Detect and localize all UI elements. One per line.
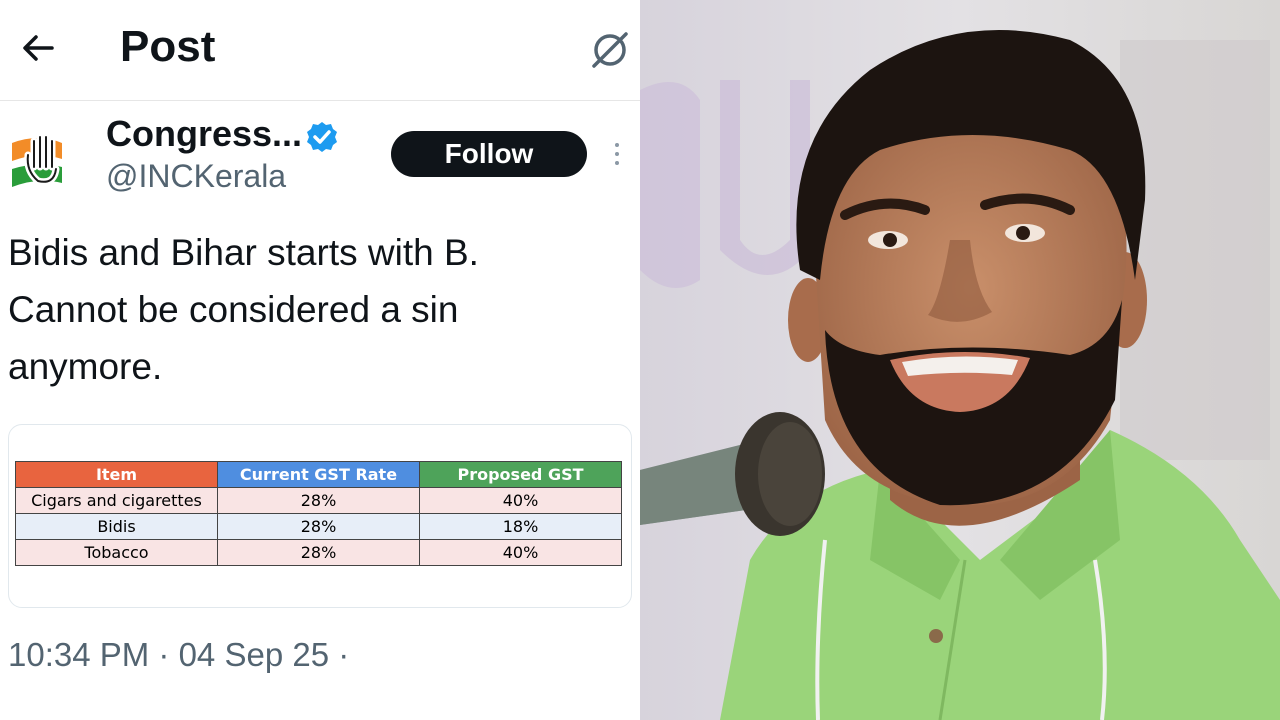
follow-button[interactable]: Follow [391,131,587,177]
post-text-line: Cannot be considered a sin [8,289,459,330]
table-cell: Tobacco [15,539,218,566]
speaker-photo-illustration [640,0,1280,720]
table-header-row: Item Current GST Rate Proposed GST [15,461,622,488]
table-cell: 28% [217,513,420,540]
post-text-line: anymore. [8,346,163,387]
column-header-item: Item [15,461,218,488]
grok-icon[interactable] [588,28,632,72]
column-header-proposed: Proposed GST [419,461,622,488]
author-handle[interactable]: @INCKerala [106,158,286,195]
back-arrow-icon[interactable] [18,28,58,68]
table-row: Bidis 28% 18% [15,513,622,540]
table-row: Cigars and cigarettes 28% 40% [15,487,622,514]
table-cell: 28% [217,539,420,566]
avatar[interactable] [8,125,83,200]
gst-table: Item Current GST Rate Proposed GST Cigar… [15,461,622,566]
table-cell: Bidis [15,513,218,540]
table-row: Tobacco 28% 40% [15,539,622,566]
post-panel: Post Congress... @INCKerala Follow Bidis… [0,0,640,720]
table-cell: 40% [419,487,622,514]
page-title: Post [120,22,216,71]
post-timestamp[interactable]: 10:34 PM · 04 Sep 25 · [8,636,349,674]
post-text: Bidis and Bihar starts with B. Cannot be… [8,224,628,395]
table-cell: Cigars and cigarettes [15,487,218,514]
post-header: Post [0,0,640,101]
verified-badge-icon [307,122,337,152]
table-cell: 28% [217,487,420,514]
column-header-current: Current GST Rate [217,461,420,488]
table-cell: 18% [419,513,622,540]
author-name[interactable]: Congress... [106,113,302,155]
post-text-line: Bidis and Bihar starts with B. [8,232,479,273]
speaker-photo [640,0,1280,720]
more-options-icon[interactable] [608,138,626,170]
table-cell: 40% [419,539,622,566]
